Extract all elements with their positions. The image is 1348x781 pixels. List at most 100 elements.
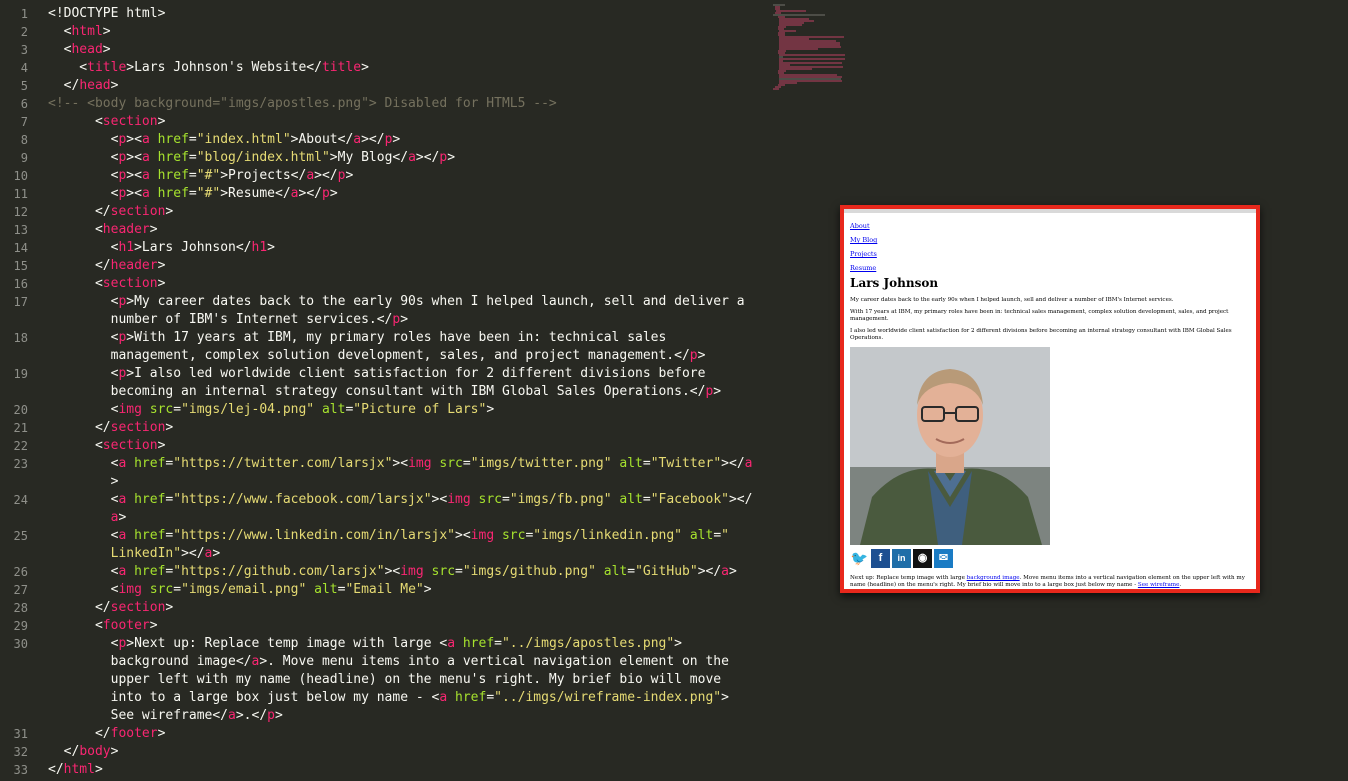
code-token: a <box>744 456 753 471</box>
code-line[interactable]: <header> <box>48 221 778 239</box>
code-line[interactable]: </html> <box>48 761 778 779</box>
line-number <box>0 671 34 689</box>
code-line[interactable]: <a href="https://www.facebook.com/larsjx… <box>48 491 778 509</box>
line-number: 3 <box>20 43 28 57</box>
code-line[interactable]: <html> <box>48 23 778 41</box>
code-line[interactable]: <p><a href="index.html">About</a></p> <box>48 131 778 149</box>
code-line[interactable]: <img src="imgs/email.png" alt="Email Me"… <box>48 581 778 599</box>
linkedin-icon[interactable]: in <box>892 549 911 568</box>
code-token: = <box>494 636 502 651</box>
email-icon[interactable]: ✉ <box>934 549 953 568</box>
code-line[interactable]: <p>With 17 years at IBM, my primary role… <box>48 329 778 347</box>
code-line[interactable]: <a href="https://www.linkedin.com/in/lar… <box>48 527 778 545</box>
code-token: >Lars Johnson's Website</ <box>126 60 322 75</box>
code-token: a <box>306 168 315 183</box>
code-line[interactable]: < a href = "https://github.com/larsjx"><img… <box>48 563 778 581</box>
code-token: src <box>478 492 502 507</box>
line-number <box>0 473 34 491</box>
nav-link-resume[interactable]: Resume <box>850 264 876 272</box>
background-image-link[interactable]: background image <box>967 575 1020 581</box>
code-line[interactable]: </section> <box>48 203 778 221</box>
github-icon[interactable]: ◉ <box>913 549 932 568</box>
code-line[interactable]: <footer> <box>48 617 778 635</box>
code-line[interactable]: <p>My career dates back to the early 90s… <box>48 293 778 311</box>
code-line[interactable]: </section> <box>48 419 778 437</box>
code-line[interactable]: <title>Lars Johnson's Website</title> <box>48 59 778 77</box>
code-token: > <box>674 636 682 651</box>
code-token: a <box>721 564 729 579</box>
code-line[interactable]: </header> <box>48 257 778 275</box>
code-token: > <box>165 600 174 615</box>
code-line[interactable]: </footer> <box>48 725 778 743</box>
nav-link-my-blog[interactable]: My Blog <box>850 236 877 244</box>
code-token: </ <box>48 420 111 435</box>
code-line[interactable]: a> <box>48 509 778 527</box>
code-token: = <box>188 150 197 165</box>
code-line[interactable]: < a href = "https://twitter.com/larsjx"><im… <box>48 455 778 473</box>
code-token: </ <box>48 258 111 273</box>
code-token: upper left with my name (headline) on th… <box>48 672 722 687</box>
code-token: footer <box>110 726 158 741</box>
code-line[interactable]: <head> <box>48 41 778 59</box>
code-token: See wireframe</ <box>48 708 229 723</box>
code-token: ></ <box>415 150 440 165</box>
code-line[interactable]: upper left with my name (headline) on th… <box>48 671 778 689</box>
code-token: < <box>48 186 119 201</box>
code-line[interactable]: <section> <box>48 437 778 455</box>
code-line[interactable]: number of IBM's Internet services.</p> <box>48 311 778 329</box>
twitter-icon[interactable]: 🐦 <box>850 549 869 568</box>
code-token: into to a large box just below my name -… <box>48 690 440 705</box>
facebook-icon[interactable]: f <box>871 549 890 568</box>
nav-link-projects[interactable]: Projects <box>850 250 877 258</box>
code-line[interactable]: </section> <box>48 599 778 617</box>
code-token: src <box>149 402 174 417</box>
code-token: = <box>173 582 182 597</box>
line-number <box>0 347 34 365</box>
code-line[interactable]: management, complex solution development… <box>48 347 778 365</box>
code-token: ></ <box>314 168 338 183</box>
code-line[interactable]: background image</a>. Move menu items in… <box>48 653 778 671</box>
code-token: href <box>134 456 166 471</box>
minimap[interactable] <box>773 4 853 92</box>
code-line[interactable]: <!DOCTYPE html> <box>48 5 778 23</box>
code-line[interactable]: </body> <box>48 743 778 761</box>
code-token: > <box>345 168 354 183</box>
see-wireframe-link[interactable]: See wireframe <box>1138 582 1180 588</box>
code-line[interactable]: becoming an internal strategy consultant… <box>48 383 778 401</box>
code-token: a <box>290 186 299 201</box>
bio-paragraph-2: With 17 years at IBM, my primary roles h… <box>850 309 1229 322</box>
code-line[interactable]: <img src="imgs/lej-04.png" alt="Picture … <box>48 401 778 419</box>
code-token: </ <box>48 726 111 741</box>
code-line[interactable]: <p><a href="#">Resume</a></p> <box>48 185 778 203</box>
footer-text: Next up: Replace temp image with large b… <box>850 575 1250 588</box>
code-token: >Next up: Replace temp image with large … <box>126 636 448 651</box>
code-line[interactable]: <!-- <body background="imgs/apostles.png… <box>48 95 778 113</box>
code-line[interactable]: LinkedIn"></a> <box>48 545 778 563</box>
code-line[interactable]: <p>Next up: Replace temp image with larg… <box>48 635 778 653</box>
code-editor[interactable]: 1 2 3 4 5 6 7 8 9 10 11 12 13 14 15 16 17 18 19 20 21 22 23 24 2… <box>0 0 845 781</box>
code-token: > <box>486 402 495 417</box>
code-line[interactable]: > <box>48 473 778 491</box>
code-line[interactable]: </head> <box>48 77 778 95</box>
code-line[interactable]: <p>I also led worldwide client satisfact… <box>48 365 778 383</box>
code-token: "imgs/linkedin.png" <box>533 528 683 543</box>
nav-link-about[interactable]: About <box>850 222 870 230</box>
code-token: < <box>48 222 103 237</box>
code-line[interactable]: See wireframe</a>.</p> <box>48 707 778 725</box>
code-token: alt <box>619 492 643 507</box>
code-token: header <box>102 222 150 237</box>
code-line[interactable]: into to a large box just below my name -… <box>48 689 778 707</box>
code-line[interactable]: <p><a href="blog/index.html">My Blog</a>… <box>48 149 778 167</box>
code-line[interactable]: <section> <box>48 113 778 131</box>
code-line[interactable]: <section> <box>48 275 778 293</box>
code-token: = <box>486 690 495 705</box>
code-line[interactable]: <p><a href="#">Projects</a></p> <box>48 167 778 185</box>
code-area[interactable]: <!DOCTYPE html> <html> <head> <title>Lar… <box>48 5 778 779</box>
line-number: 20 <box>13 403 28 417</box>
line-number: 32 <box>13 745 28 759</box>
code-token: = <box>462 456 471 471</box>
code-line[interactable]: <h1>Lars Johnson</h1> <box>48 239 778 257</box>
code-token: p <box>267 708 275 723</box>
